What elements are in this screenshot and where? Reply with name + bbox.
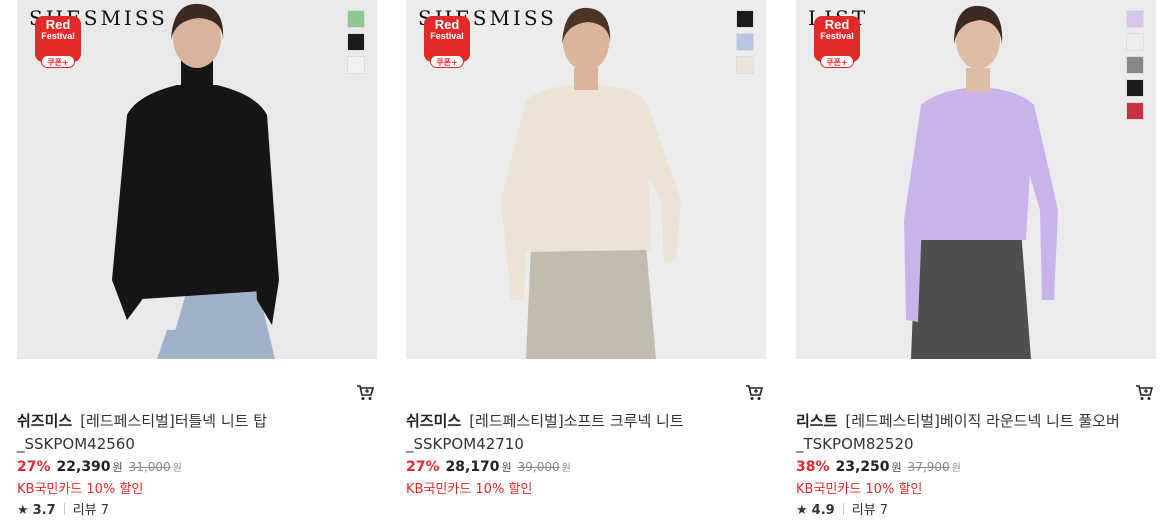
divider <box>63 503 65 515</box>
badge-line2: Festival <box>430 31 464 41</box>
badge-line1: Red <box>824 17 850 32</box>
price-row: 38% 23,250 원 37,900 원 <box>796 458 961 478</box>
badge-line2: Festival <box>820 31 854 41</box>
color-swatch[interactable] <box>736 33 754 51</box>
currency: 원 <box>501 461 512 474</box>
badge-line2: Festival <box>41 31 75 41</box>
review-count: 리뷰 7 <box>72 503 110 518</box>
rating: 3.7 <box>32 503 56 518</box>
review-meta: ★ 3.7 리뷰 7 <box>17 499 109 518</box>
original-price: 31,000 <box>128 460 171 474</box>
color-swatch[interactable] <box>1126 10 1144 28</box>
card-discount: KB국민카드 10% 할인 <box>406 482 533 497</box>
product-title[interactable]: 쉬즈미스 [레드페스티벌]소프트 크루넥 니트 _SSKPOM42710 <box>406 410 736 456</box>
color-swatches <box>1126 10 1144 125</box>
cart-icon[interactable] <box>1134 382 1154 402</box>
product-title[interactable]: 쉬즈미스 [레드페스티벌]터틀넥 니트 탑 _SSKPOM42560 <box>17 410 347 456</box>
product-code: _SSKPOM42710 <box>406 435 524 453</box>
product-name: [레드페스티벌]터틀넥 니트 탑 <box>80 412 268 430</box>
brand-name: 리스트 <box>796 412 838 430</box>
review-count: 리뷰 7 <box>851 503 889 518</box>
red-festival-badge: Red Festival 쿠폰+ <box>814 16 860 68</box>
color-swatch[interactable] <box>1126 56 1144 74</box>
discount-rate: 27% <box>406 459 440 475</box>
card-discount: KB국민카드 10% 할인 <box>17 482 144 497</box>
product-card[interactable]: SHESMISS Red Festival 쿠폰+ 쉬즈미스 [레드페스티벌]터틀… <box>17 0 377 529</box>
color-swatch[interactable] <box>347 33 365 51</box>
product-name: [레드페스티벌]베이직 라운드넥 니트 풀오버 <box>845 412 1120 430</box>
price-row: 27% 28,170 원 39,000 원 <box>406 458 571 478</box>
badge-coupon: 쿠폰+ <box>41 55 75 68</box>
brand-name: 쉬즈미스 <box>17 412 73 430</box>
brand-name: 쉬즈미스 <box>406 412 462 430</box>
color-swatch[interactable] <box>347 56 365 74</box>
product-name: [레드페스티벌]소프트 크루넥 니트 <box>469 412 684 430</box>
price-row: 27% 22,390 원 31,000 원 <box>17 458 182 478</box>
original-price: 37,900 <box>907 460 950 474</box>
review-meta: ★ 4.9 리뷰 7 <box>796 499 888 518</box>
color-swatch[interactable] <box>1126 33 1144 51</box>
divider <box>842 503 844 515</box>
product-grid: SHESMISS Red Festival 쿠폰+ 쉬즈미스 [레드페스티벌]터틀… <box>0 0 1160 529</box>
badge-line1: Red <box>45 17 71 32</box>
badge-coupon: 쿠폰+ <box>430 55 464 68</box>
card-discount: KB국민카드 10% 할인 <box>796 482 923 497</box>
discount-rate: 38% <box>796 459 830 475</box>
sale-price: 23,250 <box>835 459 890 475</box>
sale-price: 22,390 <box>56 459 111 475</box>
product-card[interactable]: SHESMISS Red Festival 쿠폰+ 쉬즈미스 [레드페스티벌]소프… <box>406 0 766 529</box>
discount-rate: 27% <box>17 459 51 475</box>
rating: 4.9 <box>811 503 835 518</box>
product-code: _SSKPOM42560 <box>17 435 135 453</box>
color-swatches <box>347 10 365 79</box>
currency: 원 <box>172 463 182 474</box>
sale-price: 28,170 <box>445 459 500 475</box>
badge-line1: Red <box>434 17 460 32</box>
badge-coupon: 쿠폰+ <box>820 55 854 68</box>
currency: 원 <box>891 461 902 474</box>
red-festival-badge: Red Festival 쿠폰+ <box>424 16 470 68</box>
star-icon: ★ <box>17 503 29 518</box>
red-festival-badge: Red Festival 쿠폰+ <box>35 16 81 68</box>
color-swatches <box>736 10 754 79</box>
product-card[interactable]: LIST Red Festival 쿠폰+ 리스트[레드페스티벌]베이직 라운드… <box>796 0 1156 529</box>
currency: 원 <box>561 463 571 474</box>
color-swatch[interactable] <box>736 10 754 28</box>
star-icon: ★ <box>796 503 808 518</box>
product-title[interactable]: 리스트 [레드페스티벌]베이직 라운드넥 니트 풀오버 _TSKPOM82520 <box>796 410 1126 456</box>
cart-icon[interactable] <box>355 382 375 402</box>
currency: 원 <box>112 461 123 474</box>
product-code: _TSKPOM82520 <box>796 435 914 453</box>
original-price: 39,000 <box>517 460 560 474</box>
color-swatch[interactable] <box>1126 102 1144 120</box>
color-swatch[interactable] <box>1126 79 1144 97</box>
color-swatch[interactable] <box>736 56 754 74</box>
currency: 원 <box>951 463 961 474</box>
color-swatch[interactable] <box>347 10 365 28</box>
cart-icon[interactable] <box>744 382 764 402</box>
